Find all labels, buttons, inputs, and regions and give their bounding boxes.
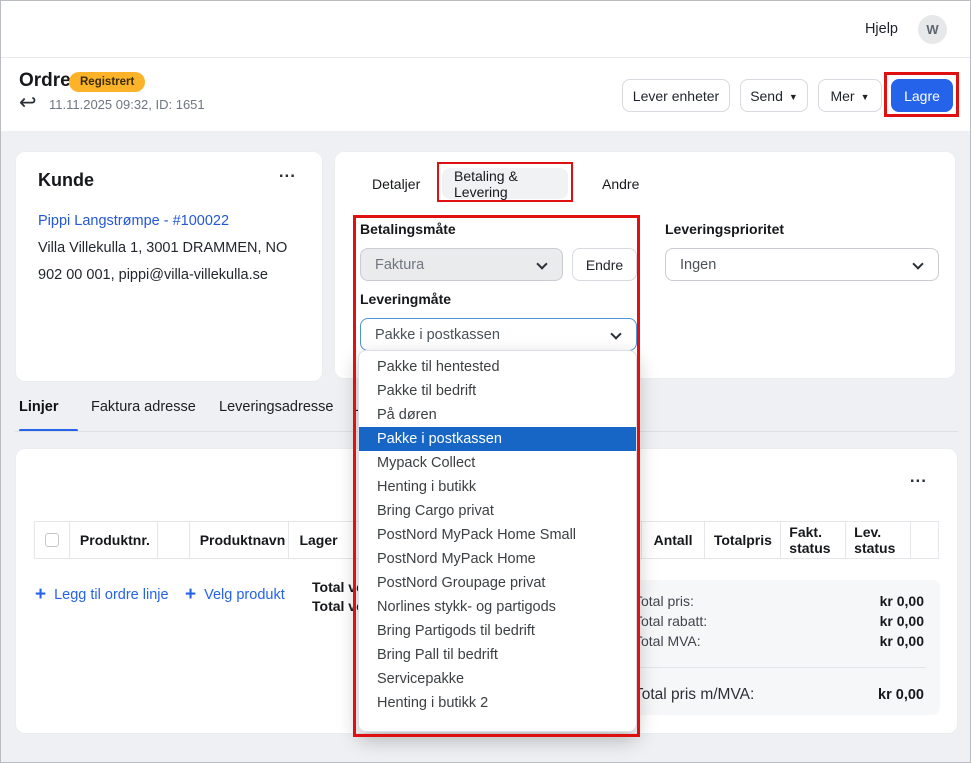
select-all-checkbox[interactable] — [45, 533, 59, 547]
chevron-down-icon — [610, 328, 621, 339]
delivery-option[interactable]: Henting i butikk — [359, 475, 636, 499]
change-payment-label: Endre — [586, 257, 623, 273]
delivery-priority-label: Leveringsprioritet — [665, 221, 784, 237]
payment-method-value: Faktura — [375, 257, 424, 273]
page-header: Ordre Registrert ↩ 11.11.2025 09:32, ID:… — [1, 58, 970, 131]
add-order-line-label: Legg til ordre linje — [54, 587, 168, 603]
column-header-produktnavn: Produktnavn — [190, 522, 290, 558]
plus-icon: + — [185, 588, 196, 602]
customer-name-link[interactable]: Pippi Langstrømpe - #100022 — [38, 213, 229, 229]
total-price-label: Total pris: — [634, 593, 694, 609]
payment-method-label: Betalingsmåte — [360, 221, 456, 237]
delivery-option[interactable]: Pakke til hentested — [359, 355, 636, 379]
delivery-option[interactable]: Henting i butikk 2 — [359, 691, 636, 715]
column-header-empty-end — [911, 522, 938, 558]
delivery-option[interactable]: Bring Partigods til bedrift — [359, 619, 636, 643]
column-header-lev-status: Lev. status — [846, 522, 911, 558]
delivery-option[interactable]: Bring Cargo privat — [359, 499, 636, 523]
delivery-option[interactable]: PostNord Groupage privat — [359, 571, 636, 595]
customer-address: Villa Villekulla 1, 3001 DRAMMEN, NO — [38, 240, 287, 256]
tab-linjer[interactable]: Linjer — [19, 399, 58, 415]
column-header-antall: Antall — [642, 522, 706, 558]
grand-total-value: kr 0,00 — [878, 687, 924, 703]
column-header-produktnr: Produktnr. — [70, 522, 158, 558]
delivery-method-value: Pakke i postkassen — [375, 327, 500, 343]
delivery-option[interactable]: Pakke til bedrift — [359, 379, 636, 403]
send-label: Send — [750, 88, 783, 104]
delivery-priority-value: Ingen — [680, 257, 716, 273]
delivery-option[interactable]: Servicepakke — [359, 667, 636, 691]
more-label: Mer — [830, 88, 854, 104]
customer-card: Kunde ... Pippi Langstrømpe - #100022 Vi… — [15, 151, 323, 382]
chevron-down-icon — [536, 258, 547, 269]
delivery-option[interactable]: Mypack Collect — [359, 451, 636, 475]
order-detail-card: Detaljer Betaling & Levering Andre Betal… — [334, 151, 956, 379]
top-bar: Hjelp W — [1, 1, 970, 58]
back-arrow-icon[interactable]: ↩ — [19, 89, 37, 115]
lines-menu-ellipsis-icon[interactable]: ... — [910, 467, 927, 487]
order-window: Hjelp W Ordre Registrert ↩ 11.11.2025 09… — [0, 0, 971, 763]
column-header-empty — [158, 522, 190, 558]
tab-detaljer[interactable]: Detaljer — [360, 168, 432, 199]
select-column-header — [35, 522, 70, 558]
delivery-option[interactable]: PostNord MyPack Home Small — [359, 523, 636, 547]
delivery-method-dropdown-list: Pakke til hentested Pakke til bedrift På… — [358, 350, 637, 732]
total-weight-partial: Total ve — [312, 579, 364, 595]
delivery-priority-select[interactable]: Ingen — [665, 248, 939, 281]
total-volume-partial: Total vo — [312, 598, 365, 614]
total-discount-label: Total rabatt: — [634, 613, 707, 629]
column-header-fakt-status: Fakt. status — [781, 522, 846, 558]
tab-leveringsadresse[interactable]: Leveringsadresse — [219, 399, 333, 415]
payment-method-select[interactable]: Faktura — [360, 248, 563, 281]
total-price-value: kr 0,00 — [880, 593, 924, 609]
send-button[interactable]: Send ▼ — [740, 79, 808, 112]
help-link[interactable]: Hjelp — [865, 21, 898, 37]
choose-product-label: Velg produkt — [204, 587, 285, 603]
more-button[interactable]: Mer ▼ — [818, 79, 882, 112]
chevron-down-icon: ▼ — [861, 92, 870, 102]
order-meta: 11.11.2025 09:32, ID: 1651 — [49, 97, 205, 112]
total-discount-value: kr 0,00 — [880, 613, 924, 629]
deliver-units-button[interactable]: Lever enheter — [622, 79, 730, 112]
tab-betaling-levering[interactable]: Betaling & Levering — [442, 168, 568, 199]
column-header-totalpris: Totalpris — [705, 522, 781, 558]
change-payment-button[interactable]: Endre — [572, 248, 637, 281]
delivery-method-label: Leveringmåte — [360, 291, 451, 307]
delivery-option[interactable]: Bring Pall til bedrift — [359, 643, 636, 667]
chevron-down-icon — [912, 258, 923, 269]
status-badge: Registrert — [69, 72, 145, 92]
customer-card-title: Kunde — [38, 170, 94, 191]
delivery-option[interactable]: PostNord MyPack Home — [359, 547, 636, 571]
save-button[interactable]: Lagre — [891, 79, 953, 112]
delivery-option[interactable]: Norlines stykk- og partigods — [359, 595, 636, 619]
chevron-down-icon: ▼ — [789, 92, 798, 102]
total-vat-label: Total MVA: — [634, 633, 701, 649]
tab-faktura-adresse[interactable]: Faktura adresse — [91, 399, 196, 415]
tab-andre[interactable]: Andre — [590, 168, 651, 199]
plus-icon: + — [35, 588, 46, 602]
delivery-option[interactable]: På døren — [359, 403, 636, 427]
delivery-method-select[interactable]: Pakke i postkassen — [360, 318, 637, 351]
customer-menu-ellipsis-icon[interactable]: ... — [279, 162, 296, 182]
user-avatar[interactable]: W — [918, 15, 947, 44]
grand-total-label: Total pris m/MVA: — [634, 686, 754, 704]
total-vat-value: kr 0,00 — [880, 633, 924, 649]
save-label: Lagre — [904, 88, 940, 104]
customer-contact: 902 00 001, pippi@villa-villekulla.se — [38, 267, 268, 283]
add-order-line-link[interactable]: + Legg til ordre linje — [35, 587, 169, 603]
delivery-option-selected[interactable]: Pakke i postkassen — [359, 427, 636, 451]
deliver-units-label: Lever enheter — [633, 88, 719, 104]
choose-product-link[interactable]: + Velg produkt — [185, 587, 285, 603]
